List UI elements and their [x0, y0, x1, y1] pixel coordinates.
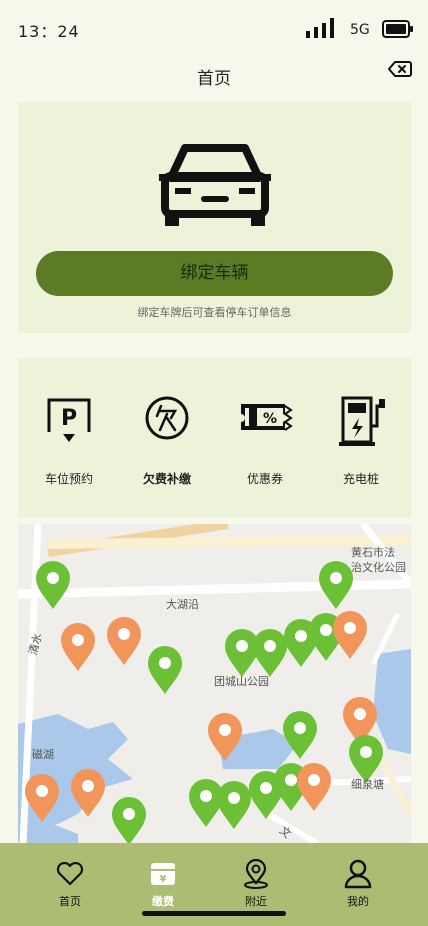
- map-marker[interactable]: [148, 646, 182, 694]
- map-marker[interactable]: [253, 629, 287, 677]
- home-indicator: [142, 911, 286, 916]
- bind-vehicle-card: 绑定车辆 绑定车牌后可查看停车订单信息: [18, 102, 411, 333]
- battery-icon: [382, 20, 414, 42]
- map-label: 大湖沿: [166, 598, 199, 611]
- tab-nearby[interactable]: 附近: [216, 859, 296, 909]
- service-parking-reservation[interactable]: P 车位预约: [20, 396, 118, 487]
- tab-label: 附近: [245, 895, 267, 908]
- tab-label: 我的: [347, 895, 369, 908]
- map-label: 团城山公园: [214, 675, 269, 688]
- car-icon: [159, 138, 271, 230]
- status-bar: 13：24 5G: [0, 0, 428, 56]
- map-markers: [25, 561, 383, 844]
- charging-pile-icon: [312, 396, 410, 456]
- service-arrears-payment[interactable]: 欠费补缴: [118, 396, 216, 487]
- service-label: 优惠券: [246, 472, 283, 486]
- service-label: 充电桩: [342, 472, 379, 486]
- parking-icon: P: [20, 396, 118, 456]
- map-label: 磁湖: [32, 748, 54, 761]
- coupon-icon: %: [216, 396, 314, 456]
- svg-text:¥: ¥: [160, 874, 167, 885]
- service-label: 车位预约: [44, 472, 93, 486]
- tab-label: 首页: [59, 895, 81, 908]
- heart-icon: [30, 859, 110, 889]
- signal-icon: [306, 18, 338, 42]
- map-marker[interactable]: [225, 629, 259, 677]
- service-coupon[interactable]: % 优惠券: [216, 396, 314, 487]
- map-marker[interactable]: [36, 561, 70, 609]
- service-label: 欠费补缴: [142, 472, 191, 486]
- location-icon: [216, 859, 296, 889]
- tab-payment[interactable]: ¥ 缴费: [123, 859, 203, 909]
- tab-home[interactable]: 首页: [30, 859, 110, 909]
- map-marker[interactable]: [297, 763, 331, 811]
- page-header: 首页: [0, 56, 428, 92]
- arrears-icon: [118, 396, 216, 456]
- map-marker[interactable]: [333, 611, 367, 659]
- bind-vehicle-button[interactable]: 绑定车辆: [36, 251, 393, 296]
- tab-label: 缴费: [152, 895, 174, 908]
- bind-hint: 绑定车牌后可查看停车订单信息: [137, 306, 292, 319]
- profile-icon: [318, 859, 398, 889]
- map-marker[interactable]: [112, 797, 146, 844]
- map-marker[interactable]: [217, 781, 251, 829]
- map-marker[interactable]: [107, 617, 141, 665]
- wallet-icon: ¥: [123, 859, 203, 889]
- network-type: 5G: [350, 22, 370, 38]
- close-icon[interactable]: [388, 60, 412, 82]
- map-marker[interactable]: [319, 561, 353, 609]
- map-marker[interactable]: [61, 623, 95, 671]
- services-card: P 车位预约 欠费补缴 % 优惠券 充电桩: [18, 358, 411, 518]
- svg-text:%: %: [263, 411, 277, 427]
- map-label: 黄石市法: [351, 546, 395, 559]
- page-title: 首页: [197, 69, 231, 89]
- service-charging-pile[interactable]: 充电桩: [312, 396, 410, 487]
- map-label: 治文化公园: [351, 561, 406, 574]
- svg-text:P: P: [61, 406, 77, 431]
- tab-profile[interactable]: 我的: [318, 859, 398, 909]
- nearby-map[interactable]: 黄石市法 治文化公园 大湖沿 团城山公园 磁湖 细泉塘 清水 文: [18, 524, 411, 844]
- status-time: 13：24: [18, 22, 80, 41]
- map-label: 细泉塘: [351, 778, 384, 791]
